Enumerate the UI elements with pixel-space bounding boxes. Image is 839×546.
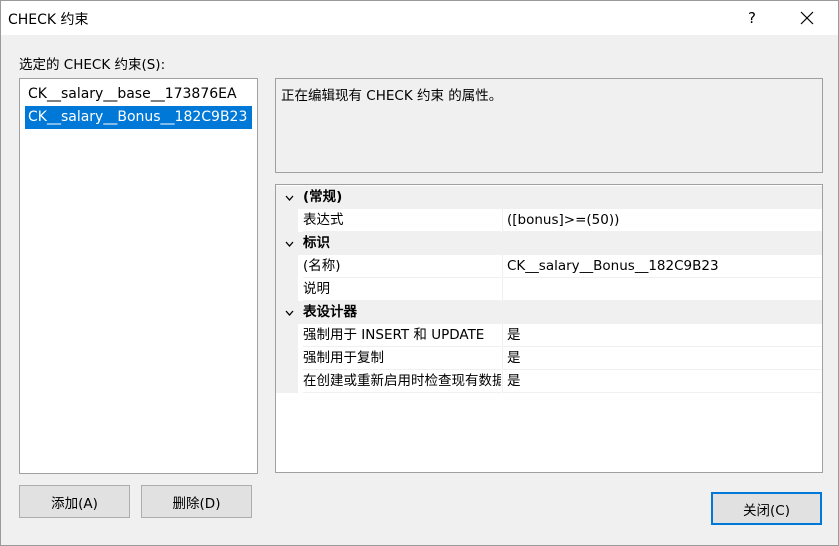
- row-gutter: [276, 347, 298, 370]
- row-gutter: [276, 370, 298, 393]
- close-button[interactable]: 关闭(C): [711, 492, 822, 525]
- property-name: (名称): [303, 255, 501, 278]
- property-row-enforce-insert-update[interactable]: 强制用于 INSERT 和 UPDATE 是: [276, 324, 822, 347]
- property-row-enforce-replication[interactable]: 强制用于复制 是: [276, 347, 822, 370]
- property-name: 说明: [303, 278, 501, 301]
- close-icon: [800, 11, 814, 25]
- window-title: CHECK 约束: [8, 12, 89, 28]
- description-panel: 正在编辑现有 CHECK 约束 的属性。: [275, 78, 823, 173]
- property-row-description[interactable]: 说明: [276, 278, 822, 301]
- category-general[interactable]: (常规): [276, 186, 822, 209]
- property-row-expression[interactable]: 表达式 ([bonus]>=(50)): [276, 209, 822, 232]
- property-name: 表达式: [303, 209, 501, 232]
- property-row-check-existing[interactable]: 在创建或重新启用时检查现有数据 是: [276, 370, 822, 393]
- chevron-down-icon[interactable]: [282, 232, 296, 255]
- description-text: 正在编辑现有 CHECK 约束 的属性。: [281, 88, 503, 104]
- row-gutter: [276, 278, 298, 301]
- title-bar: CHECK 约束 ?: [1, 1, 838, 35]
- property-value[interactable]: ([bonus]>=(50)): [502, 209, 822, 232]
- check-constraints-dialog: CHECK 约束 ? 选定的 CHECK 约束(S): CK__salary__…: [0, 0, 839, 546]
- property-grid[interactable]: (常规) 表达式 ([bonus]>=(50)) 标识 (名称) CK__sal…: [275, 184, 823, 473]
- row-gutter: [276, 209, 298, 232]
- add-button[interactable]: 添加(A): [19, 485, 130, 518]
- window-close-button[interactable]: [784, 1, 830, 35]
- help-button[interactable]: ?: [729, 1, 775, 35]
- category-identity[interactable]: 标识: [276, 232, 822, 255]
- property-name: 在创建或重新启用时检查现有数据: [303, 370, 501, 393]
- chevron-down-icon[interactable]: [282, 186, 296, 209]
- delete-button[interactable]: 删除(D): [141, 485, 252, 518]
- chevron-down-icon[interactable]: [282, 301, 296, 324]
- row-gutter: [276, 324, 298, 347]
- constraint-list-item[interactable]: CK__salary__base__173876EA: [25, 83, 252, 106]
- constraint-list-item-selected[interactable]: CK__salary__Bonus__182C9B23: [25, 106, 252, 129]
- property-value[interactable]: 是: [502, 324, 822, 347]
- property-value[interactable]: CK__salary__Bonus__182C9B23: [502, 255, 822, 278]
- category-label: 表设计器: [303, 304, 357, 320]
- row-gutter: [276, 255, 298, 278]
- constraints-list[interactable]: CK__salary__base__173876EA CK__salary__B…: [19, 78, 258, 474]
- property-value[interactable]: [502, 278, 822, 301]
- category-label: 标识: [303, 235, 330, 251]
- category-table-designer[interactable]: 表设计器: [276, 301, 822, 324]
- property-value[interactable]: 是: [502, 347, 822, 370]
- property-name: 强制用于 INSERT 和 UPDATE: [303, 324, 501, 347]
- property-row-name[interactable]: (名称) CK__salary__Bonus__182C9B23: [276, 255, 822, 278]
- selected-constraints-label: 选定的 CHECK 约束(S):: [19, 57, 166, 73]
- property-value[interactable]: 是: [502, 370, 822, 393]
- property-name: 强制用于复制: [303, 347, 501, 370]
- category-label: (常规): [303, 189, 343, 205]
